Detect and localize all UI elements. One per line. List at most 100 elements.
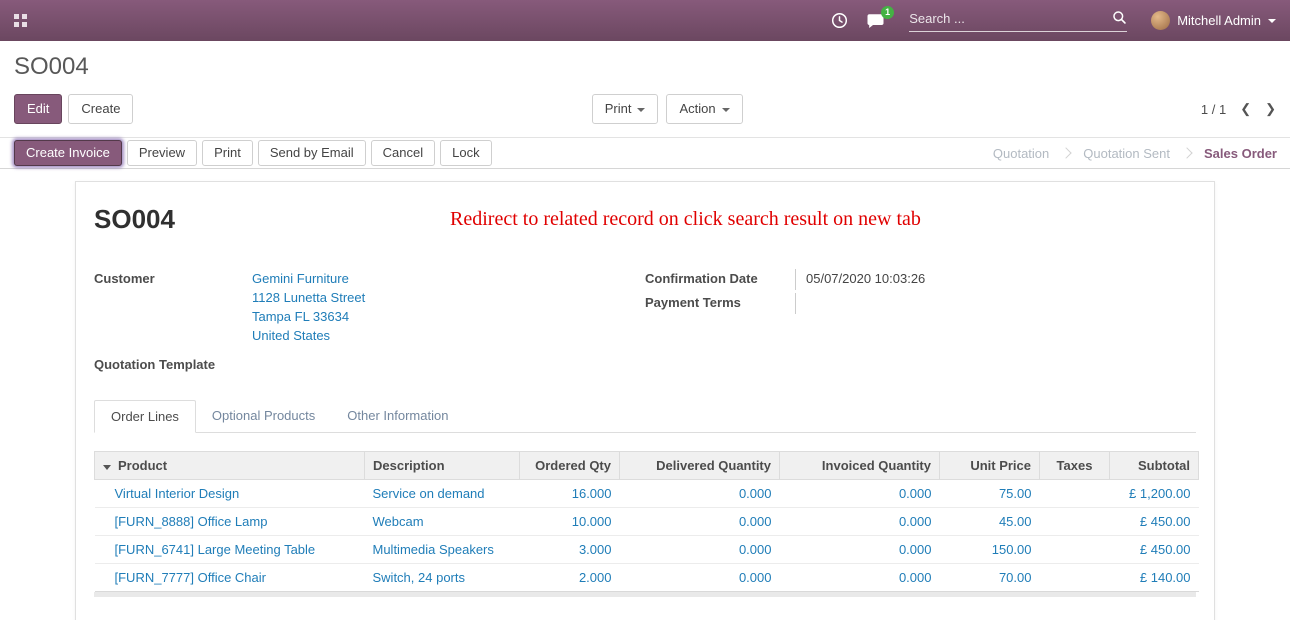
apps-menu-icon[interactable] xyxy=(14,14,27,27)
column-header-taxes[interactable]: Taxes xyxy=(1040,452,1110,480)
confirmation-date-label: Confirmation Date xyxy=(645,269,795,290)
confirmation-date-value: 05/07/2020 10:03:26 xyxy=(795,269,925,290)
avatar xyxy=(1151,11,1170,30)
table-row[interactable]: [FURN_7777] Office Chair Switch, 24 port… xyxy=(95,564,1199,592)
pager-previous-button[interactable]: ❮ xyxy=(1240,101,1251,117)
print-dropdown[interactable]: Print xyxy=(592,94,659,124)
status-quotation[interactable]: Quotation xyxy=(980,138,1062,169)
column-header-subtotal[interactable]: Subtotal xyxy=(1110,452,1199,480)
create-invoice-button[interactable]: Create Invoice xyxy=(14,140,122,166)
top-navbar: 1 Mitchell Admin xyxy=(0,0,1290,41)
cell-invoiced-qty: 0.000 xyxy=(780,508,940,536)
customer-line: Tampa FL 33634 xyxy=(252,307,365,326)
tab-order-lines[interactable]: Order Lines xyxy=(94,400,196,433)
cell-subtotal: £ 450.00 xyxy=(1110,508,1199,536)
print-button[interactable]: Print xyxy=(202,140,253,166)
status-pipeline: Quotation Quotation Sent Sales Order xyxy=(980,138,1290,168)
edit-button[interactable]: Edit xyxy=(14,94,62,124)
messages-badge: 1 xyxy=(881,6,894,19)
cell-description: Service on demand xyxy=(365,480,520,508)
form-statusbar: Create Invoice Preview Print Send by Ema… xyxy=(0,137,1290,169)
cell-unit-price: 75.00 xyxy=(940,480,1040,508)
cell-invoiced-qty: 0.000 xyxy=(780,536,940,564)
cell-delivered-qty: 0.000 xyxy=(620,536,780,564)
chevron-down-icon xyxy=(722,108,730,112)
cell-description: Switch, 24 ports xyxy=(365,564,520,592)
cell-product: Virtual Interior Design xyxy=(95,480,365,508)
cell-description: Multimedia Speakers xyxy=(365,536,520,564)
cell-product: [FURN_6741] Large Meeting Table xyxy=(95,536,365,564)
payment-terms-value xyxy=(795,293,806,314)
search-input[interactable] xyxy=(909,11,1112,26)
preview-button[interactable]: Preview xyxy=(127,140,197,166)
table-row[interactable]: [FURN_6741] Large Meeting Table Multimed… xyxy=(95,536,1199,564)
table-row[interactable]: Virtual Interior Design Service on deman… xyxy=(95,480,1199,508)
action-dropdown[interactable]: Action xyxy=(666,94,742,124)
customer-label: Customer xyxy=(94,269,252,345)
customer-value[interactable]: Gemini Furniture 1128 Lunetta Street Tam… xyxy=(252,269,365,345)
cell-invoiced-qty: 0.000 xyxy=(780,480,940,508)
customer-line: 1128 Lunetta Street xyxy=(252,288,365,307)
cell-subtotal: £ 1,200.00 xyxy=(1110,480,1199,508)
notebook-tabs: Order Lines Optional Products Other Info… xyxy=(94,400,1196,433)
cell-ordered-qty: 3.000 xyxy=(520,536,620,564)
messages-icon[interactable]: 1 xyxy=(866,13,885,29)
cell-unit-price: 45.00 xyxy=(940,508,1040,536)
send-by-email-button[interactable]: Send by Email xyxy=(258,140,366,166)
cell-delivered-qty: 0.000 xyxy=(620,480,780,508)
order-lines-table: Product Description Ordered Qty Delivere… xyxy=(94,451,1199,592)
payment-terms-label: Payment Terms xyxy=(645,293,795,314)
record-title: SO004 xyxy=(94,204,175,235)
pager-next-button[interactable]: ❯ xyxy=(1265,101,1276,117)
cell-subtotal: £ 140.00 xyxy=(1110,564,1199,592)
breadcrumb: SO004 xyxy=(14,53,1276,81)
cell-unit-price: 70.00 xyxy=(940,564,1040,592)
table-footer-strip xyxy=(94,592,1196,597)
status-sales-order[interactable]: Sales Order xyxy=(1191,138,1290,169)
cell-unit-price: 150.00 xyxy=(940,536,1040,564)
cell-ordered-qty: 16.000 xyxy=(520,480,620,508)
chevron-down-icon xyxy=(1268,19,1276,23)
customer-line: United States xyxy=(252,326,365,345)
cell-product: [FURN_8888] Office Lamp xyxy=(95,508,365,536)
cell-ordered-qty: 10.000 xyxy=(520,508,620,536)
form-sheet: SO004 Redirect to related record on clic… xyxy=(75,181,1215,620)
notice-banner: Redirect to related record on click sear… xyxy=(175,204,1196,231)
cell-ordered-qty: 2.000 xyxy=(520,564,620,592)
cell-invoiced-qty: 0.000 xyxy=(780,564,940,592)
cell-product: [FURN_7777] Office Chair xyxy=(95,564,365,592)
column-header-delivered-quantity[interactable]: Delivered Quantity xyxy=(620,452,780,480)
cell-subtotal: £ 450.00 xyxy=(1110,536,1199,564)
create-button[interactable]: Create xyxy=(68,94,133,124)
global-search xyxy=(909,10,1127,32)
table-header-row: Product Description Ordered Qty Delivere… xyxy=(95,452,1199,480)
user-menu[interactable]: Mitchell Admin xyxy=(1151,11,1276,30)
tab-optional-products[interactable]: Optional Products xyxy=(196,400,331,432)
search-icon[interactable] xyxy=(1112,10,1127,28)
pager-count: 1 / 1 xyxy=(1201,102,1226,117)
quotation-template-label: Quotation Template xyxy=(94,355,252,374)
cancel-button[interactable]: Cancel xyxy=(371,140,435,166)
column-header-unit-price[interactable]: Unit Price xyxy=(940,452,1040,480)
column-header-ordered-qty[interactable]: Ordered Qty xyxy=(520,452,620,480)
activities-clock-icon[interactable] xyxy=(831,12,848,29)
status-quotation-sent[interactable]: Quotation Sent xyxy=(1070,138,1183,169)
cell-delivered-qty: 0.000 xyxy=(620,564,780,592)
cell-taxes xyxy=(1040,480,1110,508)
column-header-description[interactable]: Description xyxy=(365,452,520,480)
column-header-invoiced-quantity[interactable]: Invoiced Quantity xyxy=(780,452,940,480)
table-row[interactable]: [FURN_8888] Office Lamp Webcam 10.000 0.… xyxy=(95,508,1199,536)
lock-button[interactable]: Lock xyxy=(440,140,491,166)
cell-taxes xyxy=(1040,536,1110,564)
tab-other-information[interactable]: Other Information xyxy=(331,400,464,432)
control-panel: SO004 Edit Create Print Action 1 / 1 ❮ ❯ xyxy=(0,41,1290,137)
sort-caret-icon xyxy=(103,465,111,470)
customer-line: Gemini Furniture xyxy=(252,269,365,288)
cell-description: Webcam xyxy=(365,508,520,536)
cell-delivered-qty: 0.000 xyxy=(620,508,780,536)
cell-taxes xyxy=(1040,564,1110,592)
user-name-label: Mitchell Admin xyxy=(1177,13,1261,28)
form-view: SO004 Redirect to related record on clic… xyxy=(0,169,1290,620)
column-header-product[interactable]: Product xyxy=(95,452,365,480)
chevron-down-icon xyxy=(637,108,645,112)
